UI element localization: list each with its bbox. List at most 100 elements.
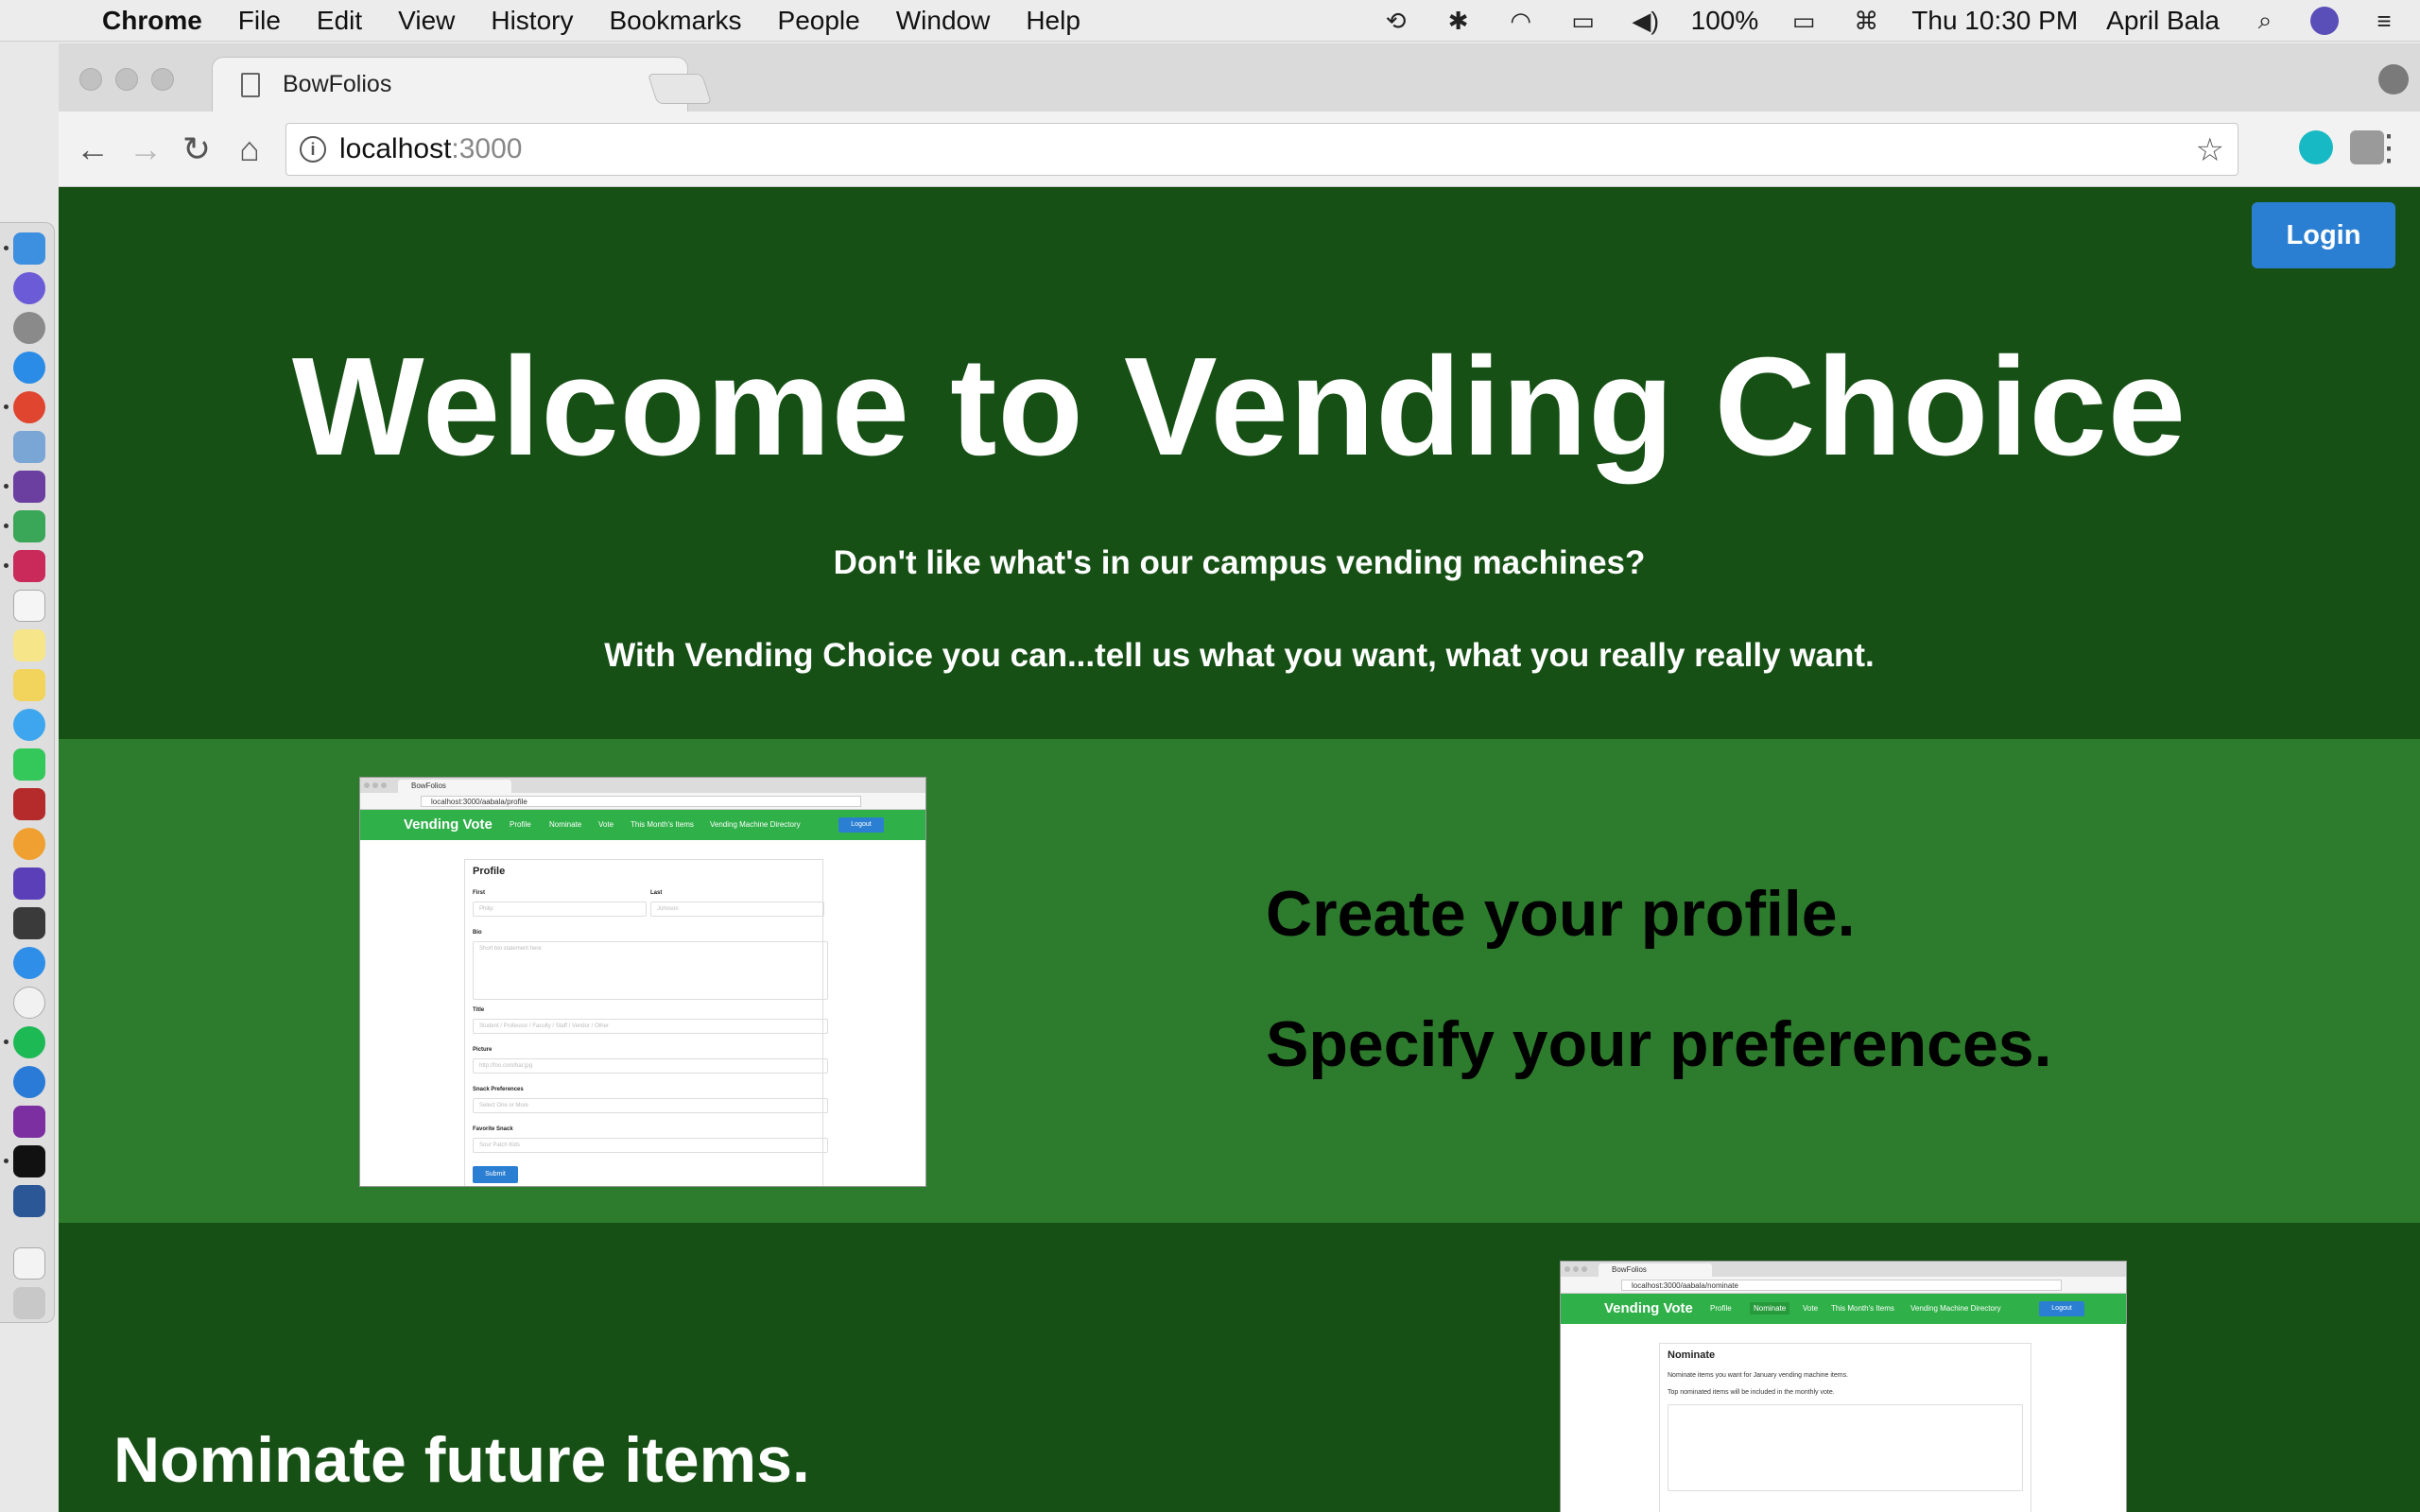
mini-fav-label: Favorite Snack — [473, 1126, 513, 1132]
preview-icon[interactable] — [13, 431, 45, 463]
trash-icon[interactable] — [13, 1287, 45, 1319]
menu-file[interactable]: File — [238, 6, 281, 36]
browser-tab[interactable]: BowFolios × — [212, 57, 688, 112]
mini-submit-button: Submit — [473, 1166, 518, 1183]
notes-icon[interactable] — [13, 629, 45, 662]
menu-bookmarks[interactable]: Bookmarks — [609, 6, 741, 36]
zoom-window-button[interactable] — [151, 68, 174, 91]
browser-window: BowFolios × ← → ↻ ⌂ i localhost:3000 ☆ ⋮… — [59, 43, 2420, 1512]
downloads-stack-icon[interactable] — [13, 1247, 45, 1280]
bookmark-star-icon[interactable]: ☆ — [2196, 131, 2224, 169]
pencil-app-icon[interactable] — [13, 1066, 45, 1098]
mini-tab-2: BowFolios — [1599, 1263, 1712, 1277]
menubar-user[interactable]: April Bala — [2106, 6, 2220, 36]
volume-icon[interactable]: ◀) — [1629, 7, 1663, 35]
notification-center-icon[interactable]: ≡ — [2367, 7, 2401, 35]
keyboard-menu-icon[interactable]: ⌘ — [1849, 7, 1883, 35]
mini-title-label: Title — [473, 1007, 485, 1013]
messages-icon[interactable] — [13, 709, 45, 741]
time-machine-icon[interactable]: ⟲ — [1379, 7, 1413, 35]
slack-icon[interactable] — [13, 510, 45, 542]
mini-nav-profile-2: Profile — [1710, 1304, 1732, 1313]
mini-logout: Logout — [838, 817, 884, 833]
app-store-icon[interactable] — [13, 947, 45, 979]
mini-fav-input: Sour Patch Kids — [473, 1138, 828, 1153]
back-arrow-icon[interactable]: ← — [72, 129, 113, 170]
page-icon — [241, 73, 260, 97]
word-icon[interactable] — [13, 1185, 45, 1217]
chrome-profile-icon[interactable] — [2378, 64, 2409, 94]
itunes-icon[interactable] — [13, 987, 45, 1019]
mini-minimize-dot-2 — [1573, 1266, 1579, 1272]
mini-toolbar-2: localhost:3000/aabala/nominate — [1561, 1277, 2126, 1294]
url-host: localhost — [339, 133, 452, 164]
new-tab-button[interactable] — [647, 74, 713, 104]
final-cut-icon[interactable] — [13, 907, 45, 939]
hero-title: Welcome to Vending Choice — [291, 329, 2187, 485]
mini-nav-month-items-2: This Month's Items — [1831, 1304, 1894, 1313]
battery-icon[interactable]: ▭ — [1787, 7, 1821, 35]
mini-nav-vote-2: Vote — [1803, 1304, 1819, 1313]
mini-zoom-dot-2 — [1582, 1266, 1587, 1272]
mini-url: localhost:3000/aabala/profile — [421, 796, 862, 807]
github-desktop-icon[interactable] — [13, 471, 45, 503]
menu-people[interactable]: People — [778, 6, 860, 36]
mini-toolbar: localhost:3000/aabala/profile — [360, 793, 925, 810]
menu-help[interactable]: Help — [1026, 6, 1080, 36]
tab-strip: BowFolios × — [59, 43, 2420, 112]
hero-subtitle-pitch: With Vending Choice you can...tell us wh… — [604, 637, 1875, 674]
mini-logout-2: Logout — [2039, 1301, 2084, 1316]
terminal-icon[interactable] — [13, 1145, 45, 1177]
login-button[interactable]: Login — [2252, 202, 2395, 268]
mini-nominate-textarea — [1668, 1404, 2023, 1491]
close-window-button[interactable] — [79, 68, 102, 91]
extension-m-icon[interactable] — [2299, 130, 2333, 164]
menu-edit[interactable]: Edit — [317, 6, 362, 36]
url-port: :3000 — [451, 133, 523, 164]
mini-picture-label: Picture — [473, 1047, 493, 1053]
menu-app-chrome[interactable]: Chrome — [102, 6, 202, 36]
reload-icon[interactable]: ↻ — [176, 129, 217, 170]
photo-booth-icon[interactable] — [13, 788, 45, 820]
launchpad-icon[interactable] — [13, 312, 45, 344]
spotify-icon[interactable] — [13, 1026, 45, 1058]
menu-history[interactable]: History — [491, 6, 573, 36]
feature-specify-preferences: Specify your preferences. — [1266, 1008, 2052, 1080]
address-bar[interactable]: i localhost:3000 ☆ — [285, 123, 2238, 176]
mini-nominate-line1: Nominate items you want for January vend… — [1668, 1372, 1849, 1379]
finder-icon[interactable] — [13, 232, 45, 265]
intellij-icon[interactable] — [13, 550, 45, 582]
safari-icon[interactable] — [13, 352, 45, 384]
wifi-icon[interactable]: ◠ — [1504, 7, 1538, 35]
imovie-icon[interactable] — [13, 868, 45, 900]
facetime-icon[interactable] — [13, 748, 45, 781]
onenote-icon[interactable] — [13, 1106, 45, 1138]
mini-nav-vote: Vote — [598, 820, 614, 829]
browser-toolbar: ← → ↻ ⌂ i localhost:3000 ☆ ⋮ — [59, 112, 2420, 187]
menu-view[interactable]: View — [398, 6, 455, 36]
nominate-page-screenshot: BowFolios localhost:3000/aabala/nominate… — [1560, 1261, 2127, 1512]
mini-profile-heading: Profile — [473, 866, 506, 877]
calendar-icon[interactable] — [13, 590, 45, 622]
minimize-window-button[interactable] — [115, 68, 138, 91]
bluetooth-icon[interactable]: ✱ — [1442, 7, 1476, 35]
menubar-clock[interactable]: Thu 10:30 PM — [1911, 6, 2078, 36]
mini-bio-label: Bio — [473, 930, 482, 936]
airplay-icon[interactable]: ▭ — [1566, 7, 1600, 35]
site-info-icon[interactable]: i — [300, 136, 326, 163]
macos-menubar: Chrome File Edit View History Bookmarks … — [0, 0, 2420, 42]
stickies-icon[interactable] — [13, 669, 45, 701]
forward-arrow-icon[interactable]: → — [125, 129, 166, 170]
photos-icon[interactable] — [13, 828, 45, 860]
chrome-menu-icon[interactable]: ⋮ — [2371, 127, 2407, 169]
spotlight-search-icon[interactable]: ⌕ — [2248, 6, 2282, 35]
mini-title-input: Student / Professor / Faculty / Staff / … — [473, 1019, 828, 1034]
mini-navbar: Vending Vote Profile Nominate Vote This … — [360, 810, 925, 840]
siri-icon[interactable] — [2310, 7, 2339, 35]
menu-window[interactable]: Window — [896, 6, 991, 36]
feature-nominate-section: Nominate future items. BowFolios localho… — [59, 1223, 2420, 1512]
siri-dock-icon[interactable] — [13, 272, 45, 304]
chrome-icon[interactable] — [13, 391, 45, 423]
mini-first-label: First — [473, 890, 486, 896]
home-icon[interactable]: ⌂ — [229, 129, 270, 170]
